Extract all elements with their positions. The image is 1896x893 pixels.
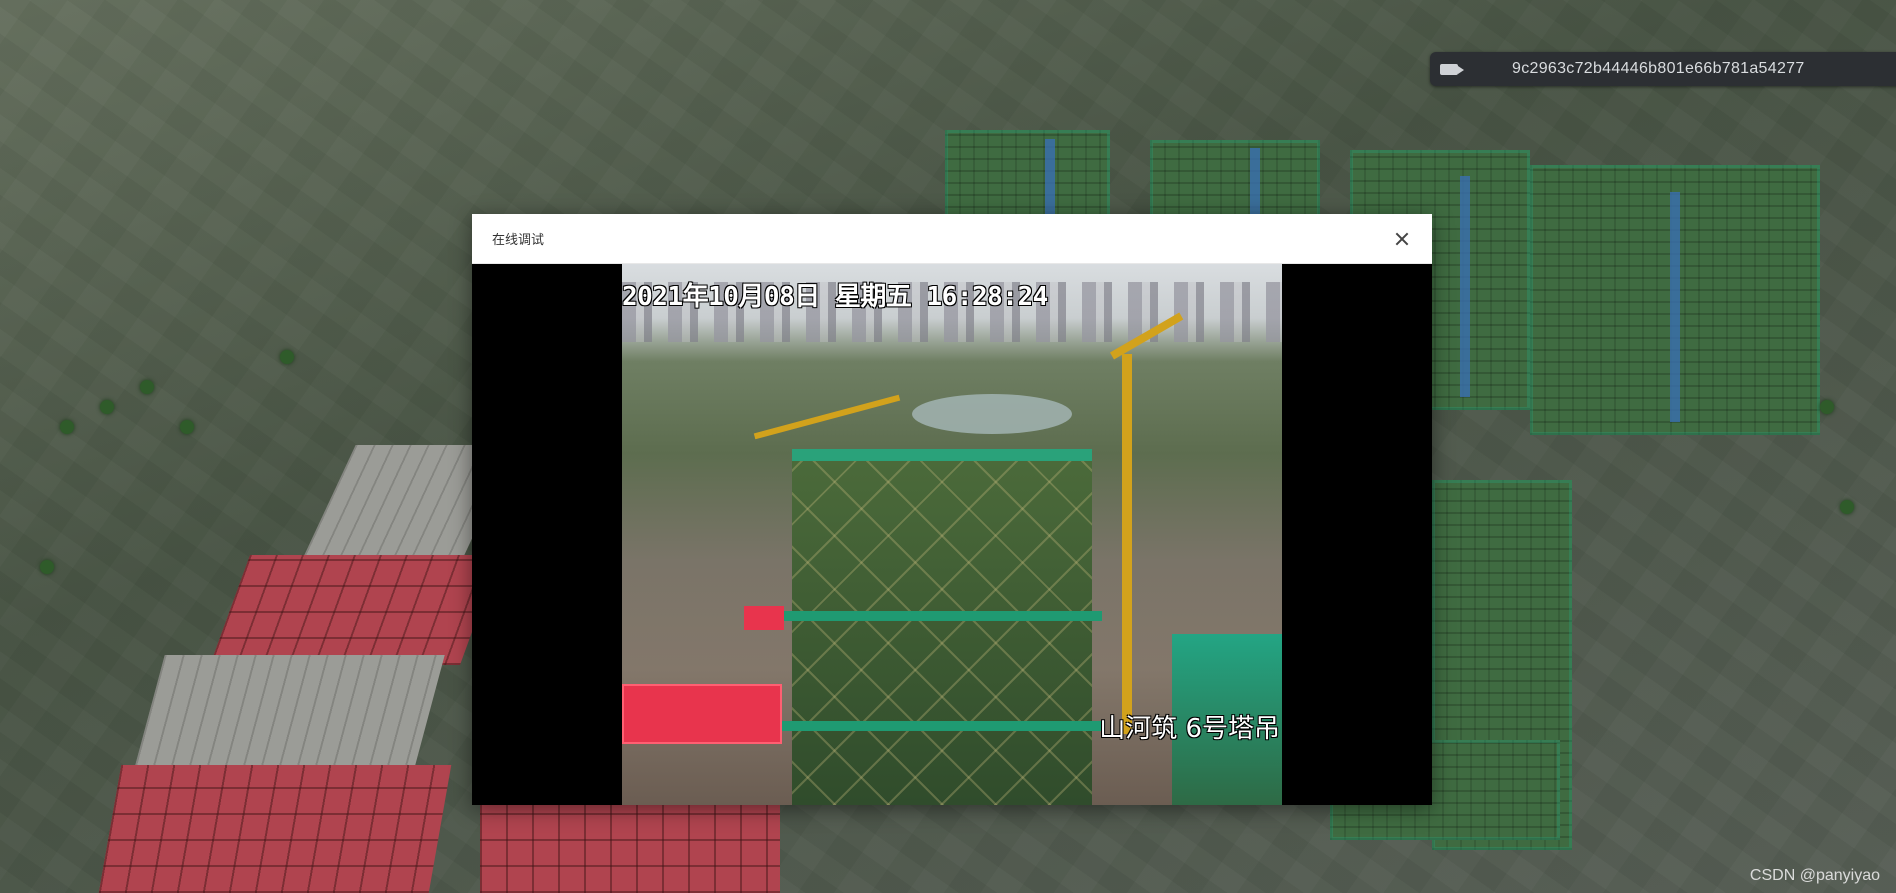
camera-icon	[1440, 63, 1464, 75]
camera-id: 9c2963c72b44446b801e66b781a54277	[1512, 60, 1805, 77]
online-debug-dialog: 在线调试 2021年10月08日 星期五 16:28:24 山河筑 6号塔吊	[472, 214, 1432, 805]
video-timestamp-overlay: 2021年10月08日 星期五 16:28:24	[622, 282, 1048, 312]
tree	[140, 380, 154, 394]
video-red-structure	[622, 684, 782, 744]
tower-building	[1150, 140, 1320, 220]
video-crane-jib	[753, 394, 901, 440]
red-roof-building	[480, 805, 780, 893]
red-roof-building	[98, 765, 452, 893]
tower-building	[945, 130, 1110, 220]
camera-id-bar[interactable]: 9c2963c72b44446b801e66b781a54277	[1430, 52, 1896, 86]
video-red-structure	[744, 606, 784, 630]
close-icon[interactable]	[1392, 229, 1412, 249]
video-tower-crane	[1122, 354, 1132, 734]
watermark: CSDN @panyiyao	[1749, 867, 1880, 884]
tree	[100, 400, 114, 414]
grey-roof-building	[135, 655, 445, 765]
video-construction-building	[782, 449, 1102, 805]
tree	[180, 420, 194, 434]
video-lake	[912, 394, 1072, 434]
tower-building	[1530, 165, 1820, 435]
tree	[1820, 400, 1834, 414]
dialog-header: 在线调试	[472, 214, 1432, 264]
camera-video-frame: 2021年10月08日 星期五 16:28:24 山河筑 6号塔吊	[622, 264, 1282, 805]
dialog-title: 在线调试	[492, 232, 545, 247]
tree	[1840, 500, 1854, 514]
tree	[40, 560, 54, 574]
video-camera-name-overlay: 山河筑 6号塔吊	[1099, 714, 1280, 744]
tree	[60, 420, 74, 434]
video-player[interactable]: 2021年10月08日 星期五 16:28:24 山河筑 6号塔吊	[472, 264, 1432, 805]
red-roof-building	[209, 555, 501, 665]
tree	[280, 350, 294, 364]
